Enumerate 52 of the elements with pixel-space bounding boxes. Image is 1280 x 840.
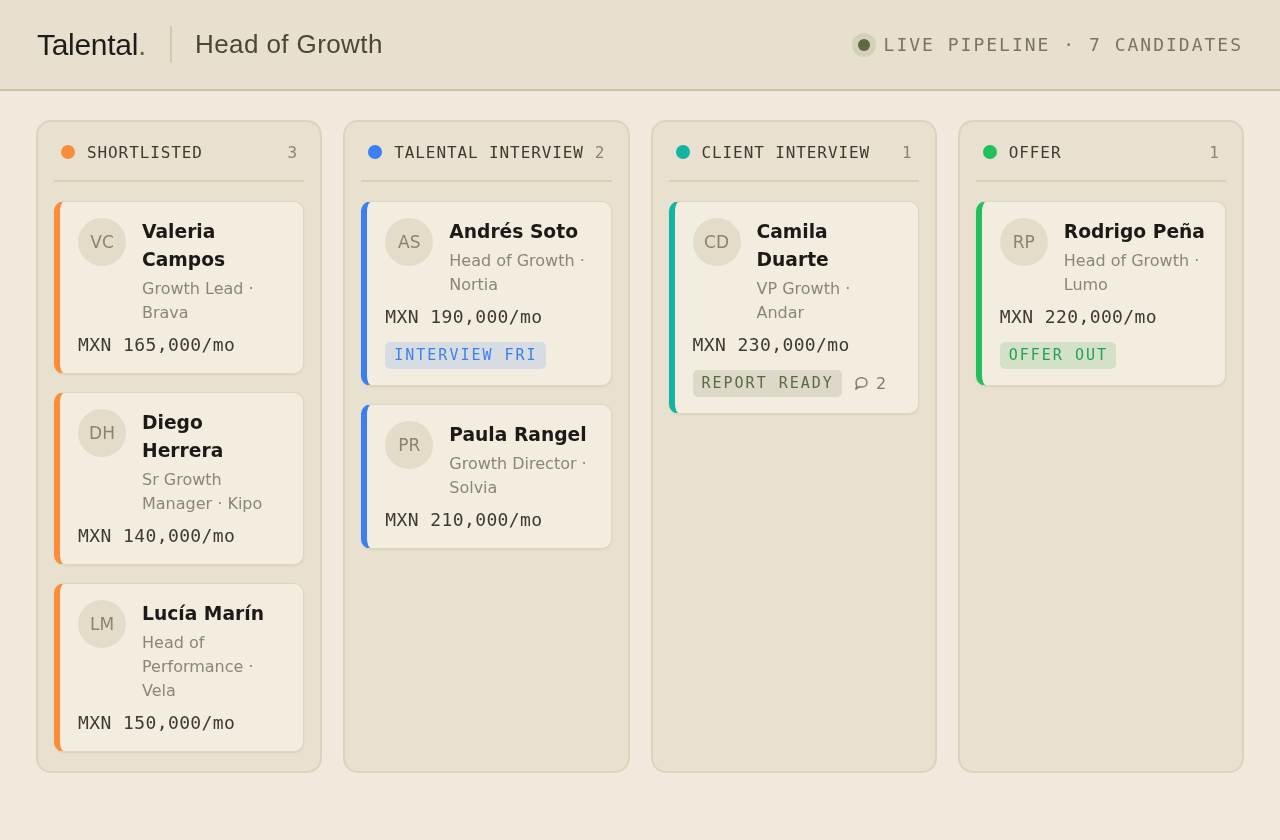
column-title: SHORTLISTED — [87, 142, 203, 162]
salary-text: MXN 190,000/mo — [385, 305, 544, 329]
status-tag: OFFER OUT — [999, 342, 1117, 369]
status-tag: INTERVIEW FRI — [385, 342, 546, 369]
candidate-role: Growth Lead · Brava — [142, 278, 255, 324]
avatar: RP — [999, 218, 1048, 266]
candidate-name: Lucía Marín — [142, 602, 265, 626]
candidate-card[interactable]: AS Andrés Soto Head of Growth · Nortia MXN 190,000/mo INTERVIEW FRI — [361, 201, 612, 386]
salary-text: MXN 210,000/mo — [385, 508, 544, 532]
salary-text: MXN 230,000/mo — [692, 333, 851, 357]
avatar: DH — [78, 409, 126, 457]
column-count: 2 — [594, 142, 605, 162]
candidate-role: Head of Growth · Nortia — [449, 250, 586, 296]
candidate-name: Rodrigo Peña — [1063, 220, 1206, 244]
candidate-name: Andrés Soto — [449, 220, 579, 244]
candidate-card[interactable]: RP Rodrigo Peña Head of Growth · Lumo MXN 220,000/mo OFFER OUT — [975, 201, 1226, 386]
comment-count: 2 — [875, 374, 887, 393]
candidate-card[interactable]: CD Camila Duarte VP Growth · Andar MXN 230,000/mo REPORT READY 2 — [668, 201, 919, 414]
brand-logo: Talental. — [37, 27, 147, 62]
page-title: Head of Growth — [195, 29, 383, 60]
candidate-role: Head of Growth · Lumo — [1063, 250, 1201, 296]
salary-text: MXN 150,000/mo — [78, 711, 237, 735]
avatar: CD — [692, 218, 741, 266]
candidate-role: VP Growth · Andar — [756, 278, 852, 324]
column-count: 1 — [1209, 142, 1219, 162]
candidate-card[interactable]: DH Diego Herrera Sr Growth Manager · Kipo MXN 140,000/mo — [54, 392, 305, 565]
candidate-name: Camila Duarte — [756, 220, 830, 272]
candidate-role: Head of Performance · Vela — [142, 632, 255, 702]
column-title: CLIENT INTERVIEW — [701, 142, 871, 162]
column-title: OFFER — [1008, 142, 1062, 162]
candidate-card[interactable]: LM Lucía Marín Head of Performance · Vela MXN 150,000/mo — [54, 583, 305, 752]
column-title: TALENTAL INTERVIEW — [394, 142, 584, 162]
speech-bubble-icon — [853, 376, 869, 391]
avatar: LM — [78, 600, 126, 648]
candidate-name: Paula Rangel — [449, 423, 588, 447]
column-count: 1 — [902, 142, 912, 162]
live-status-icon — [851, 32, 876, 57]
candidate-card[interactable]: VC Valeria Campos Growth Lead · Brava MXN 165,000/mo — [54, 201, 305, 374]
column-count: 3 — [287, 142, 298, 162]
pipeline-status: LIVE PIPELINE · 7 CANDIDATES — [883, 34, 1243, 55]
salary-text: MXN 220,000/mo — [999, 305, 1159, 329]
avatar: VC — [78, 218, 126, 266]
status-tag: REPORT READY — [692, 370, 842, 397]
candidate-card[interactable]: PR Paula Rangel Growth Director · Solvia MXN 210,000/mo — [361, 404, 612, 549]
salary-text: MXN 165,000/mo — [78, 333, 237, 357]
avatar: AS — [385, 218, 434, 266]
candidate-name: Valeria Campos — [142, 220, 227, 272]
candidate-name: Diego Herrera — [142, 411, 225, 463]
candidate-role: Growth Director · Solvia — [449, 453, 588, 499]
avatar: PR — [385, 421, 434, 469]
salary-text: MXN 140,000/mo — [78, 524, 237, 548]
candidate-role: Sr Growth Manager · Kipo — [142, 469, 264, 515]
